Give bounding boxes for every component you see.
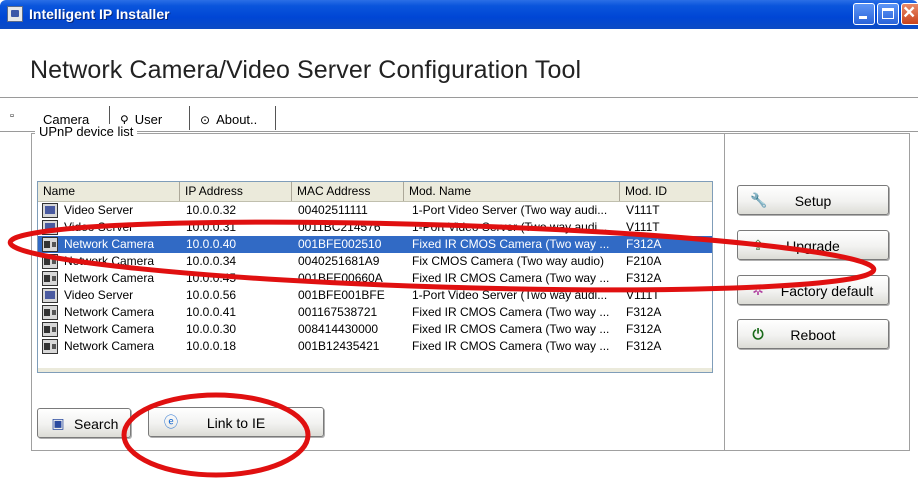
tabs-divider [0, 131, 918, 132]
network-camera-icon [42, 237, 58, 252]
setup-button[interactable]: 🔧 Setup [737, 185, 889, 215]
network-camera-icon [42, 305, 58, 320]
table-row[interactable]: Network Camera 10.0.0.18 001B12435421 Fi… [38, 338, 712, 355]
search-button[interactable]: ▣ Search [37, 408, 131, 438]
horizontal-scrollbar[interactable] [38, 368, 712, 372]
minimize-button[interactable] [853, 3, 875, 25]
info-icon: ⊙ [200, 113, 211, 127]
close-button[interactable] [901, 1, 918, 25]
network-camera-icon [42, 271, 58, 286]
column-header-model-id[interactable]: Mod. ID [620, 182, 712, 201]
search-icon: ▣ [51, 415, 65, 431]
column-header-mac[interactable]: MAC Address [292, 182, 404, 201]
table-row[interactable]: Video Server 10.0.0.31 0011BC214576 1-Po… [38, 219, 712, 236]
reboot-button[interactable]: ⏻ Reboot [737, 319, 889, 349]
table-row-selected[interactable]: Network Camera 10.0.0.40 001BFE002510 Fi… [38, 236, 712, 253]
table-row[interactable]: Network Camera 10.0.0.30 008414430000 Fi… [38, 321, 712, 338]
group-vertical-divider [724, 134, 725, 450]
network-camera-icon [42, 254, 58, 269]
app-icon[interactable] [7, 6, 23, 22]
link-to-ie-button[interactable]: ⓔ Link to IE [148, 407, 324, 437]
table-row[interactable]: Video Server 10.0.0.56 001BFE001BFE 1-Po… [38, 287, 712, 304]
table-row[interactable]: Network Camera 10.0.0.45 001BFE00660A Fi… [38, 270, 712, 287]
title-bar[interactable]: Intelligent IP Installer [0, 0, 918, 29]
upnp-device-list-label: UPnP device list [35, 124, 138, 139]
factory-default-icon: ✲ [752, 282, 764, 298]
tab-strip-icon: ▫ [10, 110, 14, 122]
column-header-ip[interactable]: IP Address [180, 182, 292, 201]
window-title: Intelligent IP Installer [29, 6, 170, 22]
table-row[interactable]: Network Camera 10.0.0.34 0040251681A9 Fi… [38, 253, 712, 270]
column-header-name[interactable]: Name [38, 182, 180, 201]
app-heading: Network Camera/Video Server Configuratio… [30, 56, 582, 84]
factory-default-button[interactable]: ✲ Factory default [737, 275, 889, 305]
upgrade-button[interactable]: ⇪ Upgrade [737, 230, 889, 260]
network-camera-icon [42, 339, 58, 354]
tab-about[interactable]: ⊙ About.. [192, 106, 276, 130]
video-server-icon [42, 220, 58, 235]
tab-about-label: About.. [216, 112, 258, 127]
column-header-model-name[interactable]: Mod. Name [404, 182, 620, 201]
list-header: Name IP Address MAC Address Mod. Name Mo… [38, 182, 712, 202]
table-row[interactable]: Network Camera 10.0.0.41 001167538721 Fi… [38, 304, 712, 321]
device-list[interactable]: Name IP Address MAC Address Mod. Name Mo… [37, 181, 713, 373]
table-row[interactable]: Video Server 10.0.0.32 00402511111 1-Por… [38, 202, 712, 219]
network-camera-icon [42, 322, 58, 337]
maximize-button[interactable] [877, 3, 899, 25]
video-server-icon [42, 203, 58, 218]
tab-user-label: User [134, 112, 163, 127]
video-server-icon [42, 288, 58, 303]
heading-divider [0, 97, 918, 99]
